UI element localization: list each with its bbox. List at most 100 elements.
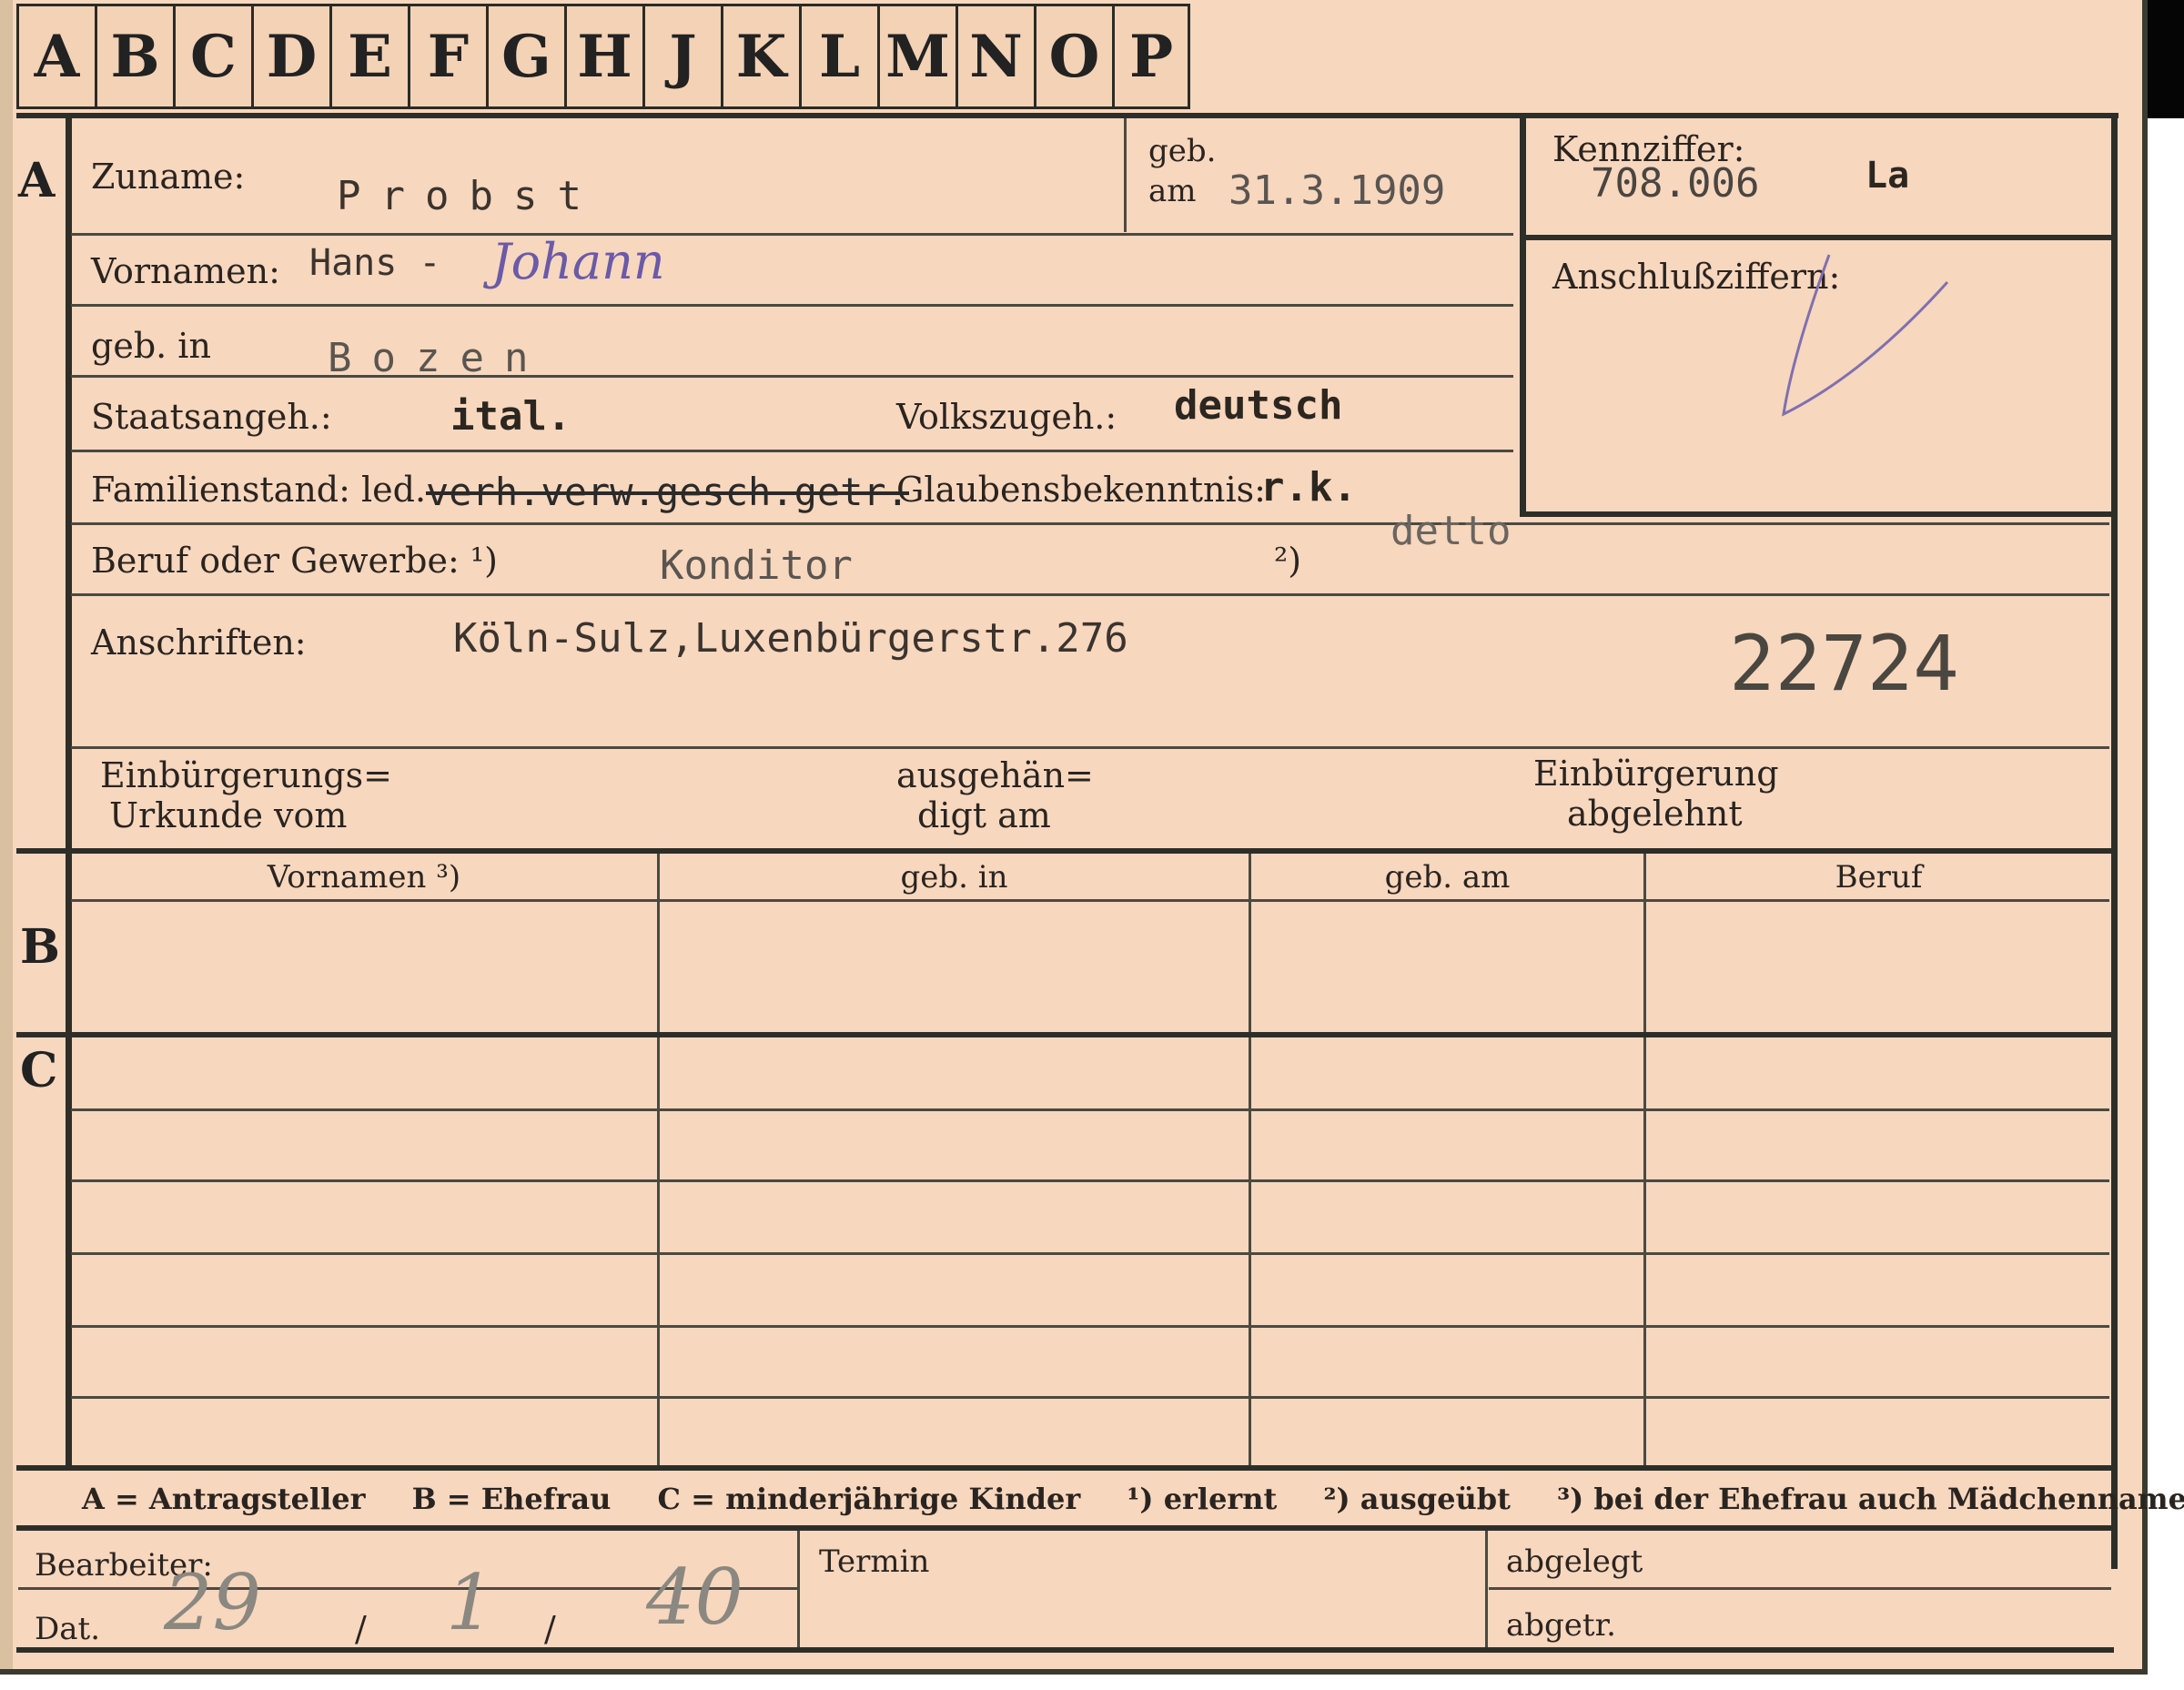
right-border (2111, 113, 2118, 1569)
line-staatsangeh (71, 450, 1513, 452)
tab-a[interactable]: A (16, 4, 95, 109)
value-kennziffer-suffix: La (1866, 155, 1910, 197)
value-anschriften: Köln-Sulz,Luxenbürgerstr.276 (453, 615, 1128, 662)
label-staatsangeh: Staatsangeh.: (91, 397, 332, 437)
label-glaubens: Glaubensbekenntnis: (896, 470, 1266, 510)
tab-o[interactable]: O (1034, 4, 1112, 109)
label-termin: Termin (819, 1543, 930, 1580)
registration-card: A B C D E F G H J K L M N O P A Zuname: … (0, 0, 2184, 1675)
legend-bottom-border (16, 1525, 2114, 1531)
column-header-vornamen: Vornamen ³) (267, 859, 461, 896)
tab-n[interactable]: N (956, 4, 1034, 109)
section-c-column-divider-2 (1249, 1037, 1251, 1465)
legend-top-border (16, 1465, 2114, 1471)
label-ausgehaendigt-2: digt am (917, 795, 1051, 835)
label-einbuergerung-abgelehnt-1: Einbürgerung (1533, 754, 1779, 794)
section-a-left-border (66, 113, 72, 850)
label-volkszugeh: Volkszugeh.: (896, 397, 1117, 437)
value-glaubens: r.k. (1260, 464, 1357, 511)
label-geb: geb. (1148, 133, 1217, 169)
tab-c[interactable]: C (173, 4, 251, 109)
line-beruf (71, 593, 2109, 596)
footer-abgelegt-line (1489, 1587, 2111, 1590)
legend-note-3: ³) bei der Ehefrau auch Mädchenname (1557, 1482, 2184, 1516)
label-anschriften: Anschriften: (91, 622, 307, 663)
section-c-marker: C (20, 1043, 58, 1098)
line-anschriften (71, 746, 2109, 749)
value-vornamen-handwritten: Johann (491, 233, 665, 290)
kennziffer-divider (1520, 235, 2111, 240)
value-zuname: Probst (337, 173, 602, 219)
line-geb-in (71, 375, 1513, 378)
tab-g[interactable]: G (486, 4, 564, 109)
section-b-marker: B (20, 919, 60, 975)
label-beruf-note: ²) (1274, 541, 1302, 581)
tab-d[interactable]: D (251, 4, 329, 109)
column-header-line (71, 899, 2109, 902)
line-zuname (71, 233, 1513, 236)
column-header-geb-am: geb. am (1384, 859, 1511, 896)
section-b-top-border (16, 848, 2114, 854)
tab-f[interactable]: F (408, 4, 486, 109)
tab-h[interactable]: H (564, 4, 642, 109)
label-abgelegt: abgelegt (1506, 1543, 1643, 1580)
value-familienstand-struck: verh.verw.gesch.getr. (426, 470, 910, 514)
tab-j[interactable]: J (642, 4, 721, 109)
section-c-row-line (71, 1179, 2109, 1182)
legend: A = Antragsteller B = Ehefrau C = minder… (82, 1482, 2184, 1516)
date-separator-2: / (544, 1609, 556, 1649)
tab-p[interactable]: P (1112, 4, 1190, 109)
label-einbuergerung-abgelehnt-2: abgelehnt (1567, 794, 1743, 834)
alphabet-tabs: A B C D E F G H J K L M N O P (16, 4, 1190, 113)
label-vornamen: Vornamen: (91, 251, 280, 291)
label-dat: Dat. (35, 1611, 101, 1647)
section-a-marker: A (18, 153, 56, 208)
value-vornamen-typed: Hans - (309, 242, 441, 284)
section-c-left-border (66, 1037, 72, 1465)
value-number: 22724 (1729, 619, 1959, 708)
section-c-row-line (71, 1325, 2109, 1328)
section-c-row-line (71, 1252, 2109, 1255)
value-volkszugeh: deutsch (1174, 382, 1343, 429)
anschlussziffern-check-mark (1782, 254, 1949, 417)
column-header-geb-in: geb. in (900, 859, 1008, 896)
tab-k[interactable]: K (721, 4, 799, 109)
label-abgetr: abgetr. (1506, 1607, 1616, 1644)
legend-b: B = Ehefrau (411, 1482, 612, 1516)
geb-am-divider (1124, 118, 1127, 232)
label-beruf: Beruf oder Gewerbe: ¹) (91, 541, 498, 581)
label-einbuergerungs-urkunde-1: Einbürgerungs= (100, 755, 392, 795)
section-c-row-line (71, 1396, 2109, 1399)
kennziffer-box-left (1520, 113, 1526, 513)
label-einbuergerungs-urkunde-2: Urkunde vom (109, 795, 348, 835)
label-am: am (1148, 173, 1197, 209)
tab-e[interactable]: E (329, 4, 408, 109)
section-c-row-line (71, 1108, 2109, 1111)
label-zuname: Zuname: (91, 157, 246, 197)
value-beruf: Konditor (660, 542, 853, 589)
tab-l[interactable]: L (799, 4, 877, 109)
tab-b[interactable]: B (95, 4, 173, 109)
line-vornamen (71, 304, 1513, 307)
tab-m[interactable]: M (877, 4, 956, 109)
value-beruf-detto: detto (1390, 508, 1512, 554)
value-staatsangeh: ital. (450, 393, 571, 440)
footer-divider-1 (797, 1531, 800, 1647)
value-date-month: 1 (446, 1558, 495, 1647)
label-familienstand: Familienstand: led. (91, 470, 427, 510)
value-geb-am: 31.3.1909 (1228, 167, 1446, 214)
label-geb-in: geb. in (91, 326, 211, 366)
kennziffer-box-bottom (1520, 511, 2111, 517)
value-date-day: 29 (164, 1558, 261, 1647)
legend-note-2: ²) ausgeübt (1323, 1482, 1511, 1516)
value-kennziffer: 708.006 (1591, 160, 1760, 207)
column-header-beruf: Beruf (1835, 859, 1923, 896)
date-separator-1: / (355, 1609, 367, 1649)
value-date-year: 40 (646, 1553, 743, 1642)
section-c-column-divider-3 (1643, 1037, 1646, 1465)
legend-c: C = minderjährige Kinder (657, 1482, 1081, 1516)
section-c-column-divider-1 (657, 1037, 660, 1465)
line-familienstand (71, 522, 2109, 525)
label-ausgehaendigt-1: ausgehän= (896, 755, 1094, 795)
value-geb-in: Bozen (328, 335, 549, 381)
